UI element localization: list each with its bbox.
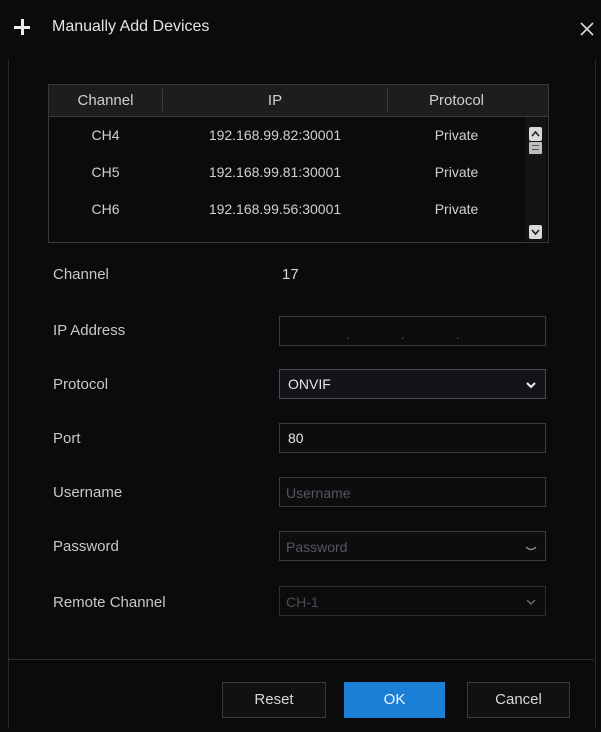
chevron-down-icon[interactable] <box>525 379 537 391</box>
protocol-selected-value: ONVIF <box>288 376 331 392</box>
cell-ip: 192.168.99.56:30001 <box>208 201 342 217</box>
dialog-title: Manually Add Devices <box>52 18 210 35</box>
table-row[interactable]: CH4 192.168.99.82:30001 Private <box>49 117 524 154</box>
table-scrollbar[interactable] <box>526 117 546 241</box>
cell-channel: CH4 <box>91 127 120 143</box>
protocol-select[interactable]: ONVIF <box>279 369 546 399</box>
cell-ip: 192.168.99.81:30001 <box>208 164 342 180</box>
cell-ip: 192.168.99.82:30001 <box>208 127 342 143</box>
scrollbar-thumb[interactable] <box>529 142 542 154</box>
cell-protocol: Private <box>434 164 479 180</box>
port-label: Port <box>53 430 81 447</box>
password-label: Password <box>53 538 119 555</box>
username-placeholder: Username <box>286 485 351 501</box>
ip-address-label: IP Address <box>53 322 126 339</box>
plus-icon <box>13 18 31 36</box>
username-field[interactable]: Username <box>279 477 546 507</box>
ip-address-field[interactable]: . . . <box>279 316 546 346</box>
password-placeholder: Password <box>286 539 348 555</box>
column-header-protocol[interactable]: Protocol <box>388 92 525 109</box>
scroll-down-icon[interactable] <box>529 225 542 239</box>
port-value: 80 <box>288 430 304 446</box>
remote-channel-value: CH-1 <box>286 594 319 610</box>
column-header-ip[interactable]: IP <box>163 92 387 109</box>
ip-octet-separators: . . . <box>280 317 545 345</box>
title-bar: Manually Add Devices <box>0 0 601 60</box>
password-field[interactable]: Password <box>279 531 546 561</box>
channel-label: Channel <box>53 266 109 283</box>
channel-value: 17 <box>282 266 299 283</box>
cell-channel: CH6 <box>91 201 120 217</box>
protocol-label: Protocol <box>53 376 109 393</box>
table-header: Channel IP Protocol <box>49 85 548 117</box>
cell-protocol: Private <box>434 201 479 217</box>
eye-toggle-icon[interactable] <box>525 545 537 553</box>
ok-button[interactable]: OK <box>344 682 445 718</box>
ip-separator: . <box>456 328 460 342</box>
reset-button[interactable]: Reset <box>222 682 326 718</box>
device-table: Channel IP Protocol CH4 192.168.99.82:30… <box>48 84 549 243</box>
manual-add-devices-dialog: Manually Add Devices Channel IP Protocol… <box>0 0 601 732</box>
scroll-up-icon[interactable] <box>529 127 542 141</box>
ip-separator: . <box>346 328 350 342</box>
footer-divider <box>8 659 594 660</box>
cancel-button[interactable]: Cancel <box>467 682 570 718</box>
username-label: Username <box>53 484 123 501</box>
remote-channel-select[interactable]: CH-1 <box>279 586 546 616</box>
cell-channel: CH5 <box>91 164 120 180</box>
close-icon[interactable] <box>578 20 596 38</box>
remote-channel-label: Remote Channel <box>53 594 166 611</box>
port-field[interactable]: 80 <box>279 423 546 453</box>
chevron-down-icon[interactable] <box>525 596 537 608</box>
table-row[interactable]: CH6 192.168.99.56:30001 Private <box>49 191 524 228</box>
table-row[interactable]: CH5 192.168.99.81:30001 Private <box>49 154 524 191</box>
cell-protocol: Private <box>434 127 479 143</box>
ip-separator: . <box>401 328 405 342</box>
column-header-channel[interactable]: Channel <box>49 92 162 109</box>
